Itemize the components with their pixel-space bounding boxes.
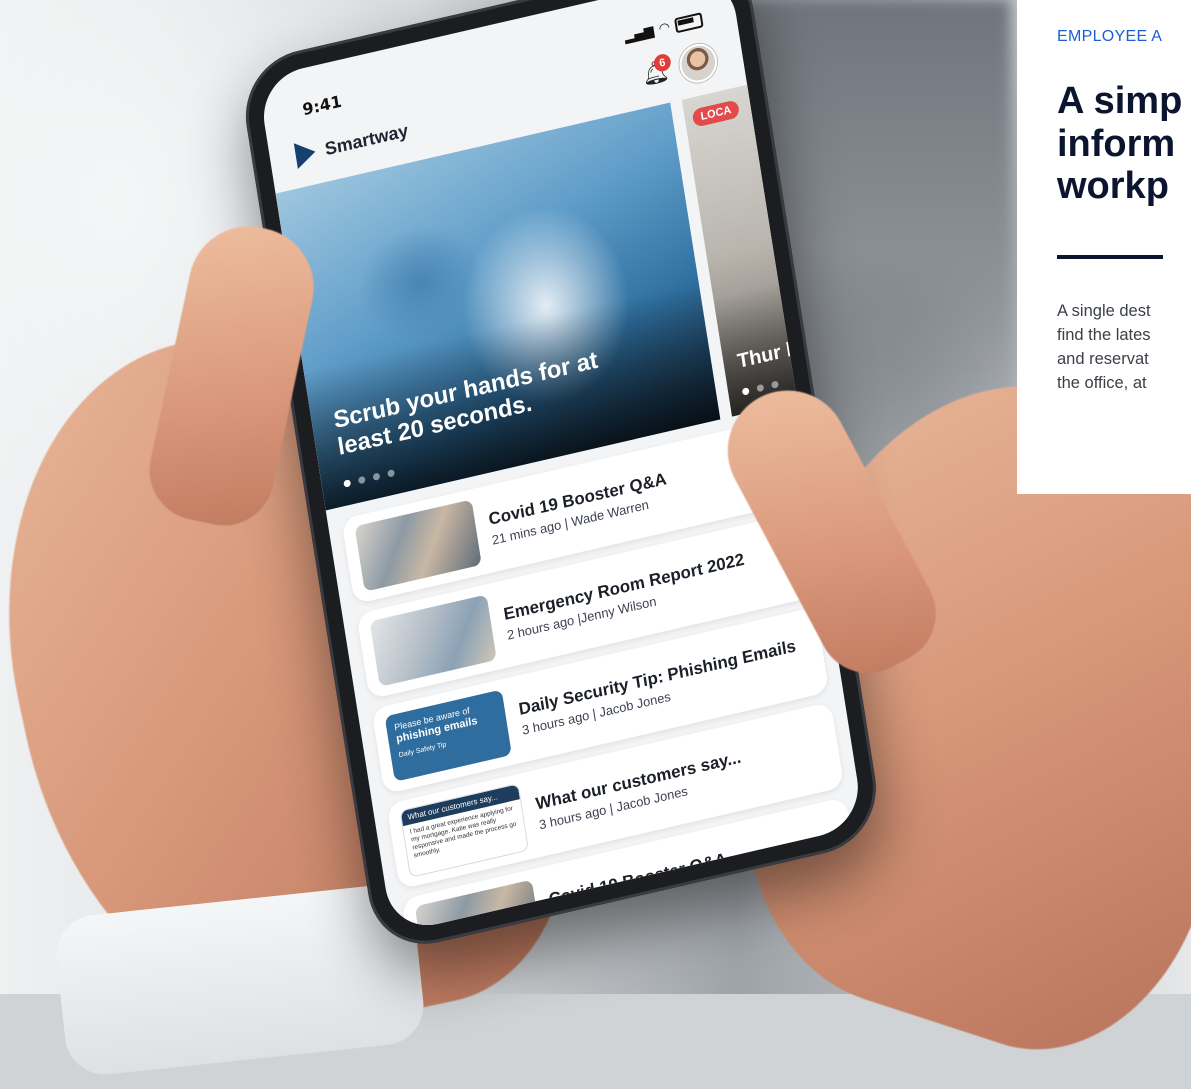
- info-panel: EMPLOYEE A A simp inform workp A single …: [1017, 0, 1191, 494]
- carousel-dot-active[interactable]: [343, 479, 352, 488]
- card-text: Covid 19 Booster Q&A 21 mins ago | Wade …: [487, 469, 671, 548]
- carousel-dot[interactable]: [756, 383, 765, 393]
- brand-name: Smartway: [323, 119, 410, 159]
- carousel-dot-active[interactable]: [741, 387, 750, 396]
- headline-divider: [1057, 255, 1163, 259]
- card-thumbnail-phishing: Please be aware of phishing emails Daily…: [384, 689, 512, 782]
- card-text: Emergency Room Report 2022 2 hours ago |…: [502, 549, 748, 643]
- card-thumbnail: [354, 499, 482, 592]
- card-thumbnail: [369, 594, 497, 687]
- status-time: 9:41: [301, 91, 343, 120]
- signal-icon: ▂▄▆: [623, 23, 655, 46]
- carousel-dots: [343, 469, 396, 488]
- card-text: What our customers say... 3 hours ago | …: [534, 747, 745, 832]
- brand-logo[interactable]: Smartway: [293, 117, 410, 169]
- slide-title: Scrub your hands for at least 20 seconds…: [331, 346, 600, 462]
- card-thumbnail-quote: What our customers say... I had a great …: [399, 783, 530, 878]
- wifi-icon: ◠: [658, 19, 671, 37]
- location-tag: LOCA: [691, 99, 741, 128]
- smartway-logo-icon: [293, 138, 318, 169]
- carousel-dot[interactable]: [372, 472, 381, 481]
- eyebrow-label: EMPLOYEE A: [1057, 28, 1163, 45]
- battery-icon: [674, 12, 704, 34]
- panel-body: A single dest find the lates and reserva…: [1057, 302, 1151, 392]
- notifications-button[interactable]: 🔔︎ 6: [638, 52, 672, 91]
- user-avatar[interactable]: [676, 40, 720, 87]
- phone-wrapper: 9:41 ▂▄▆ ◠ Smartway 🔔︎ 6 Scrub your hand…: [225, 0, 885, 957]
- header-actions: 🔔︎ 6: [638, 40, 720, 95]
- carousel-dot[interactable]: [387, 469, 396, 478]
- carousel-dot[interactable]: [357, 475, 366, 485]
- panel-headline: A simp inform workp: [1057, 80, 1183, 208]
- carousel-dot[interactable]: [770, 380, 779, 389]
